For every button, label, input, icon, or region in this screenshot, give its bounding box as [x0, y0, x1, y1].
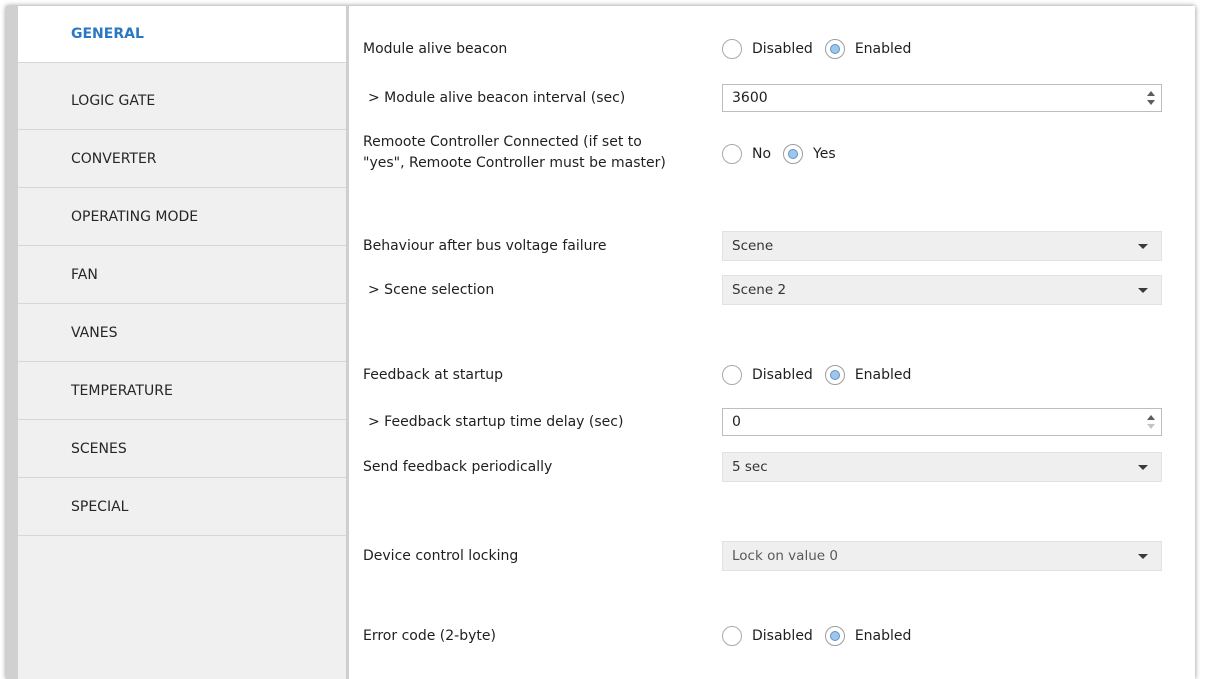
- radio-label: Disabled: [752, 41, 813, 57]
- send-feedback-periodically-value: 5 sec: [732, 459, 768, 475]
- spinner-arrows[interactable]: [1141, 409, 1161, 435]
- spin-down-icon[interactable]: [1147, 100, 1155, 105]
- bus-voltage-failure-value: Scene: [732, 238, 774, 254]
- sidebar-item-operating-mode[interactable]: OPERATING MODE: [18, 189, 346, 246]
- sidebar-item-label: VANES: [71, 325, 118, 341]
- chevron-down-icon: [1138, 554, 1148, 559]
- sidebar-item-label: CONVERTER: [71, 151, 157, 167]
- feedback-startup-label: Feedback at startup: [363, 367, 504, 383]
- remote-controller-yes-radio[interactable]: [783, 144, 804, 164]
- sidebar-item-label: GENERAL: [71, 26, 144, 42]
- sidebar: GENERAL LOGIC GATE CONVERTER OPERATING M…: [18, 6, 349, 679]
- radio-label: Enabled: [854, 367, 912, 383]
- device-control-locking-select[interactable]: Lock on value 0: [722, 541, 1162, 571]
- radio-label: No: [752, 146, 772, 162]
- sidebar-item-logic-gate[interactable]: LOGIC GATE: [18, 73, 346, 130]
- feedback-startup-disabled-radio[interactable]: [722, 365, 742, 385]
- radio-label: Enabled: [854, 628, 912, 644]
- remote-controller-label: Remoote Controller Connected (if set to …: [363, 132, 666, 174]
- radio-label: Yes: [813, 146, 836, 162]
- spin-up-icon[interactable]: [1147, 91, 1155, 96]
- beacon-interval-value: 3600: [732, 90, 768, 106]
- module-alive-beacon-enabled-radio[interactable]: [824, 39, 845, 59]
- error-code-radio-group: Disabled Enabled: [722, 625, 923, 647]
- sidebar-item-special[interactable]: SPECIAL: [18, 479, 346, 536]
- feedback-delay-value: 0: [732, 414, 741, 430]
- device-control-locking-value: Lock on value 0: [732, 548, 838, 564]
- error-code-disabled-radio[interactable]: [722, 626, 742, 646]
- feedback-startup-enabled-radio[interactable]: [824, 365, 845, 385]
- feedback-delay-input[interactable]: 0: [722, 408, 1162, 436]
- chevron-down-icon: [1138, 465, 1148, 470]
- sidebar-item-label: TEMPERATURE: [71, 383, 173, 399]
- sidebar-item-label: SCENES: [71, 441, 127, 457]
- remote-controller-no-radio[interactable]: [722, 144, 742, 164]
- sidebar-item-general[interactable]: GENERAL: [18, 6, 346, 63]
- chevron-down-icon: [1138, 244, 1148, 249]
- module-alive-beacon-disabled-radio[interactable]: [722, 39, 742, 59]
- remote-controller-radio-group: No Yes: [722, 143, 848, 165]
- spin-up-icon[interactable]: [1147, 415, 1155, 420]
- sidebar-item-scenes[interactable]: SCENES: [18, 421, 346, 478]
- spinner-arrows[interactable]: [1141, 85, 1161, 111]
- sidebar-item-label: SPECIAL: [71, 499, 129, 515]
- spin-down-icon[interactable]: [1147, 424, 1155, 429]
- feedback-startup-radio-group: Disabled Enabled: [722, 364, 923, 386]
- sidebar-item-label: LOGIC GATE: [71, 93, 156, 109]
- sidebar-item-fan[interactable]: FAN: [18, 247, 346, 304]
- chevron-down-icon: [1138, 288, 1148, 293]
- module-alive-beacon-radio-group: Disabled Enabled: [722, 38, 923, 60]
- send-feedback-periodically-label: Send feedback periodically: [363, 459, 553, 475]
- error-code-enabled-radio[interactable]: [824, 626, 845, 646]
- feedback-delay-label: > Feedback startup time delay (sec): [368, 414, 624, 430]
- radio-label: Enabled: [854, 41, 912, 57]
- scene-selection-label: > Scene selection: [368, 282, 495, 298]
- radio-label: Disabled: [752, 367, 813, 383]
- bus-voltage-failure-label: Behaviour after bus voltage failure: [363, 238, 607, 254]
- beacon-interval-label: > Module alive beacon interval (sec): [368, 90, 626, 106]
- remote-controller-label-line2: "yes", Remoote Controller must be master…: [363, 155, 666, 171]
- sidebar-item-converter[interactable]: CONVERTER: [18, 131, 346, 188]
- error-code-label: Error code (2-byte): [363, 628, 496, 644]
- beacon-interval-input[interactable]: 3600: [722, 84, 1162, 112]
- send-feedback-periodically-select[interactable]: 5 sec: [722, 452, 1162, 482]
- sidebar-item-temperature[interactable]: TEMPERATURE: [18, 363, 346, 420]
- radio-label: Disabled: [752, 628, 813, 644]
- scene-selection-value: Scene 2: [732, 282, 787, 298]
- bus-voltage-failure-select[interactable]: Scene: [722, 231, 1162, 261]
- sidebar-item-vanes[interactable]: VANES: [18, 305, 346, 362]
- parameter-window: GENERAL LOGIC GATE CONVERTER OPERATING M…: [6, 6, 1195, 679]
- sidebar-item-label: FAN: [71, 267, 98, 283]
- scene-selection-select[interactable]: Scene 2: [722, 275, 1162, 305]
- sidebar-item-label: OPERATING MODE: [71, 209, 199, 225]
- module-alive-beacon-label: Module alive beacon: [363, 41, 508, 57]
- device-control-locking-label: Device control locking: [363, 548, 519, 564]
- remote-controller-label-line1: Remoote Controller Connected (if set to: [363, 134, 642, 150]
